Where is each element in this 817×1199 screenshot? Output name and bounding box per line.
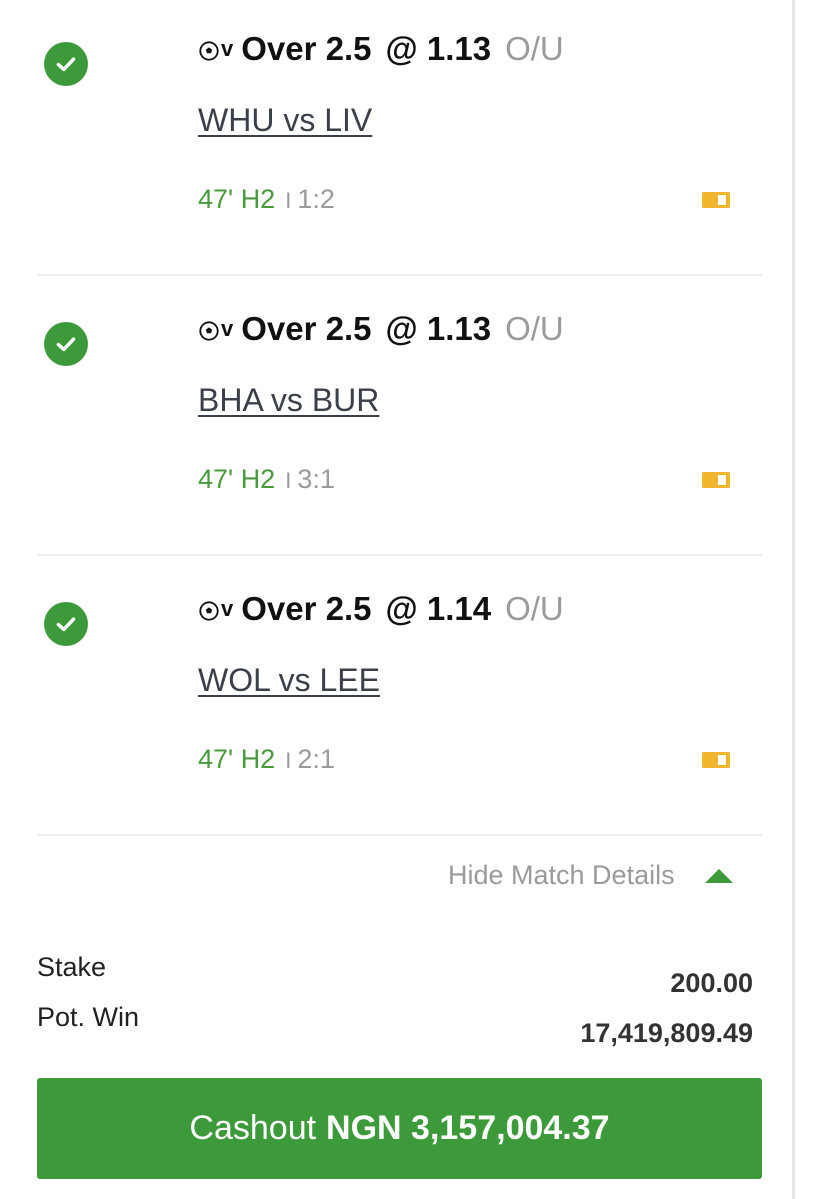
odds-value: @ 1.13 bbox=[385, 30, 492, 67]
selection-pick-line: v Over 2.5 @ 1.14 O/U bbox=[198, 590, 564, 634]
ticket-tag-icon bbox=[702, 472, 730, 488]
hide-match-details-toggle[interactable]: Hide Match Details bbox=[448, 860, 733, 891]
divider bbox=[37, 554, 762, 556]
match-time: 47' H2 bbox=[198, 744, 276, 774]
pot-win-value: 17,419,809.49 bbox=[580, 1018, 753, 1048]
market-label: O/U bbox=[505, 30, 564, 67]
odds-value: @ 1.13 bbox=[385, 310, 492, 347]
cashout-amount: NGN 3,157,004.37 bbox=[326, 1109, 610, 1147]
pot-win-label: Pot. Win bbox=[37, 1002, 140, 1032]
match-time: 47' H2 bbox=[198, 464, 276, 494]
pick-label: Over 2.5 bbox=[241, 590, 372, 627]
stake-value: 200.00 bbox=[670, 968, 753, 998]
divider bbox=[37, 274, 762, 276]
divider bbox=[37, 834, 762, 836]
match-score: 1:2 bbox=[297, 184, 335, 214]
soccer-ball-icon: v bbox=[198, 596, 233, 622]
status-separator: I bbox=[285, 748, 292, 773]
match-link[interactable]: WHU vs LIV bbox=[198, 102, 372, 139]
match-status: 47' H2 I 1:2 bbox=[198, 184, 335, 215]
match-score: 3:1 bbox=[297, 464, 335, 494]
match-link[interactable]: BHA vs BUR bbox=[198, 382, 379, 419]
match-status: 47' H2 I 3:1 bbox=[198, 464, 335, 495]
ticket-tag-icon bbox=[702, 192, 730, 208]
side-border bbox=[792, 0, 795, 1199]
cashout-label: Cashout bbox=[189, 1109, 317, 1147]
market-label: O/U bbox=[505, 310, 564, 347]
won-check-icon bbox=[44, 322, 88, 366]
match-time: 47' H2 bbox=[198, 184, 276, 214]
won-check-icon bbox=[44, 42, 88, 86]
triangle-up-icon bbox=[704, 868, 733, 883]
selection-pick-line: v Over 2.5 @ 1.13 O/U bbox=[198, 310, 564, 354]
market-label: O/U bbox=[505, 590, 564, 627]
match-score: 2:1 bbox=[297, 744, 335, 774]
match-status: 47' H2 I 2:1 bbox=[198, 744, 335, 775]
odds-value: @ 1.14 bbox=[385, 590, 492, 627]
cashout-button[interactable]: Cashout NGN 3,157,004.37 bbox=[37, 1078, 762, 1179]
hide-match-details-label: Hide Match Details bbox=[448, 860, 675, 890]
status-separator: I bbox=[285, 468, 292, 493]
stake-label: Stake bbox=[37, 952, 107, 982]
won-check-icon bbox=[44, 602, 88, 646]
soccer-ball-icon: v bbox=[198, 36, 233, 62]
selection-pick-line: v Over 2.5 @ 1.13 O/U bbox=[198, 30, 564, 74]
ticket-tag-icon bbox=[702, 752, 730, 768]
bet-slip: v Over 2.5 @ 1.13 O/U WHU vs LIV 47' H2 I… bbox=[0, 0, 817, 1199]
soccer-ball-icon: v bbox=[198, 316, 233, 342]
pick-label: Over 2.5 bbox=[241, 310, 372, 347]
status-separator: I bbox=[285, 188, 292, 213]
pick-label: Over 2.5 bbox=[241, 30, 372, 67]
match-link[interactable]: WOL vs LEE bbox=[198, 662, 380, 699]
